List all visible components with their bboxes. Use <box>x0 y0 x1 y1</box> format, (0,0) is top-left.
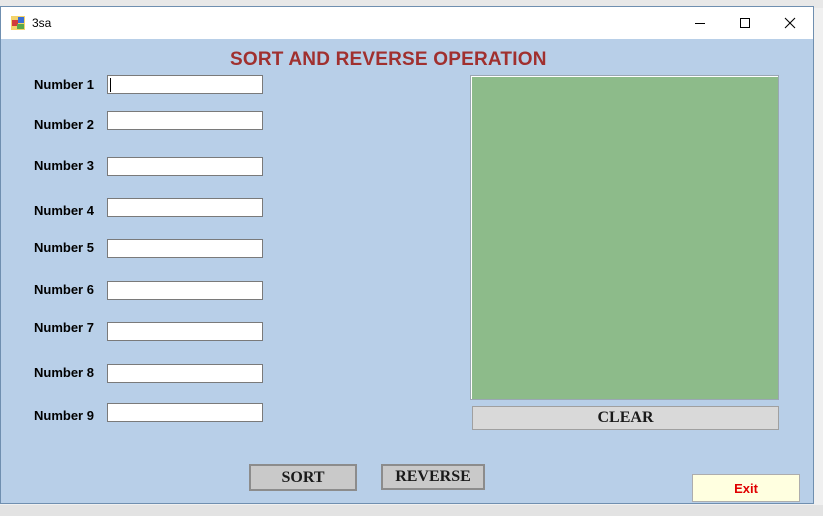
label-number-4: Number 4 <box>34 203 94 218</box>
app-icon <box>11 16 25 30</box>
reverse-button[interactable]: REVERSE <box>381 464 485 490</box>
number-9-input[interactable] <box>107 403 263 422</box>
number-4-input[interactable] <box>107 198 263 217</box>
minimize-icon <box>695 23 705 24</box>
label-number-1: Number 1 <box>34 77 94 92</box>
number-3-input[interactable] <box>107 157 263 176</box>
close-button[interactable] <box>767 7 813 39</box>
number-2-input[interactable] <box>107 111 263 130</box>
label-number-7: Number 7 <box>34 320 94 335</box>
number-5-input[interactable] <box>107 239 263 258</box>
label-number-8: Number 8 <box>34 365 94 380</box>
close-icon <box>784 17 796 29</box>
label-number-2: Number 2 <box>34 117 94 132</box>
background-window-edge-bottom <box>0 505 823 516</box>
window-title: 3sa <box>32 16 52 30</box>
number-6-input[interactable] <box>107 281 263 300</box>
maximize-icon <box>740 18 750 28</box>
exit-button[interactable]: Exit <box>692 474 800 502</box>
minimize-button[interactable] <box>677 7 723 39</box>
title-bar[interactable]: 3sa <box>1 7 813 39</box>
label-number-6: Number 6 <box>34 282 94 297</box>
label-number-9: Number 9 <box>34 408 94 423</box>
maximize-button[interactable] <box>722 7 768 39</box>
form-heading: SORT AND REVERSE OPERATION <box>230 49 547 70</box>
number-8-input[interactable] <box>107 364 263 383</box>
label-number-5: Number 5 <box>34 240 94 255</box>
text-caret <box>110 78 111 92</box>
sort-button[interactable]: SORT <box>249 464 357 491</box>
label-number-3: Number 3 <box>34 158 94 173</box>
number-1-input[interactable] <box>107 75 263 94</box>
clear-button[interactable]: CLEAR <box>472 406 779 430</box>
app-window: 3sa SORT AND REVERSE OPERATION Number 1 … <box>0 6 814 504</box>
output-panel <box>470 75 779 400</box>
number-7-input[interactable] <box>107 322 263 341</box>
